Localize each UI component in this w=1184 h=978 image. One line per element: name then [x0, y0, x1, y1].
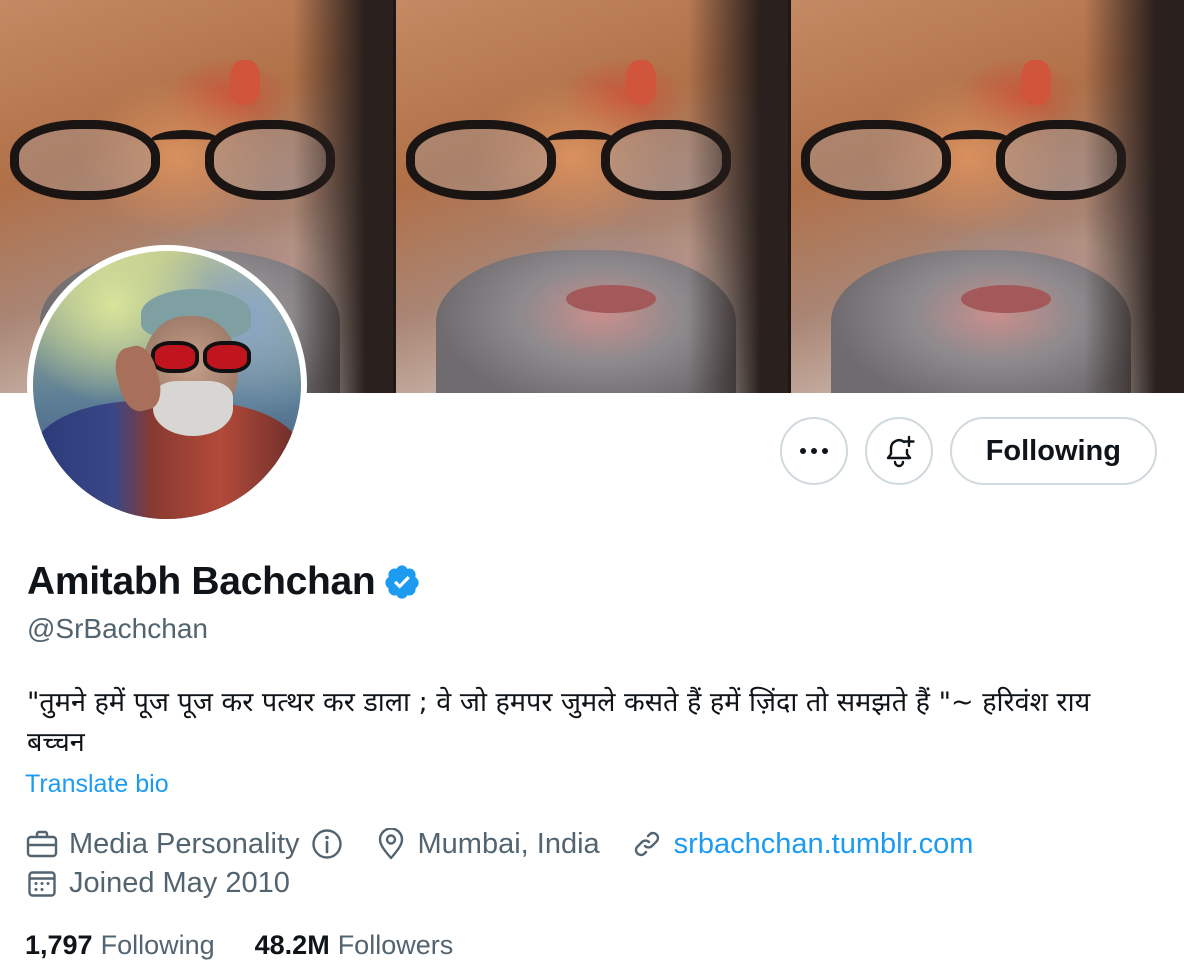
banner-painting-3 — [788, 0, 1184, 393]
link-icon — [630, 827, 664, 861]
followers-count-link[interactable]: 48.2M Followers — [255, 930, 454, 961]
info-icon[interactable] — [310, 827, 344, 861]
profile-meta: Media Personality Mumbai, India srbachch… — [25, 827, 1003, 861]
category-label: Media Personality — [69, 827, 300, 860]
profile-bio: "तुमने हमें पूज पूज कर पत्थर कर डाला ; व… — [27, 687, 1091, 758]
profile-website: srbachchan.tumblr.com — [630, 827, 974, 861]
username: @SrBachchan — [27, 613, 208, 644]
website-link[interactable]: srbachchan.tumblr.com — [674, 828, 974, 861]
display-name: Amitabh Bachchan — [27, 560, 376, 603]
profile-meta-joined: Joined May 2010 — [25, 866, 320, 900]
profile-actions: Following — [779, 417, 1157, 485]
translate-bio-link[interactable]: Translate bio — [25, 770, 169, 799]
verified-badge-icon — [385, 565, 420, 599]
following-label: Following — [100, 930, 215, 960]
notifications-button[interactable] — [864, 417, 933, 485]
profile-category: Media Personality — [25, 827, 344, 861]
following-count-link[interactable]: 1,797 Following — [25, 930, 215, 961]
profile-location: Mumbai, India — [374, 827, 600, 861]
bell-plus-icon — [886, 435, 915, 468]
followers-count: 48.2M — [254, 930, 330, 960]
location-pin-icon — [374, 827, 408, 861]
joined-label: Joined May 2010 — [69, 866, 290, 899]
followers-label: Followers — [337, 930, 454, 960]
profile-avatar[interactable] — [27, 245, 307, 525]
avatar-image — [33, 251, 301, 519]
following-count: 1,797 — [25, 930, 93, 960]
profile-joined: Joined May 2010 — [25, 866, 290, 900]
more-button[interactable] — [779, 417, 848, 485]
location-label: Mumbai, India — [417, 827, 600, 860]
calendar-icon — [25, 866, 59, 900]
briefcase-icon — [25, 827, 59, 861]
banner-painting-2 — [392, 0, 789, 393]
profile-stats: 1,797 Following 48.2M Followers — [25, 930, 493, 961]
name-row: Amitabh Bachchan — [27, 560, 421, 604]
following-button[interactable]: Following — [949, 417, 1157, 485]
more-horizontal-icon — [799, 448, 828, 454]
